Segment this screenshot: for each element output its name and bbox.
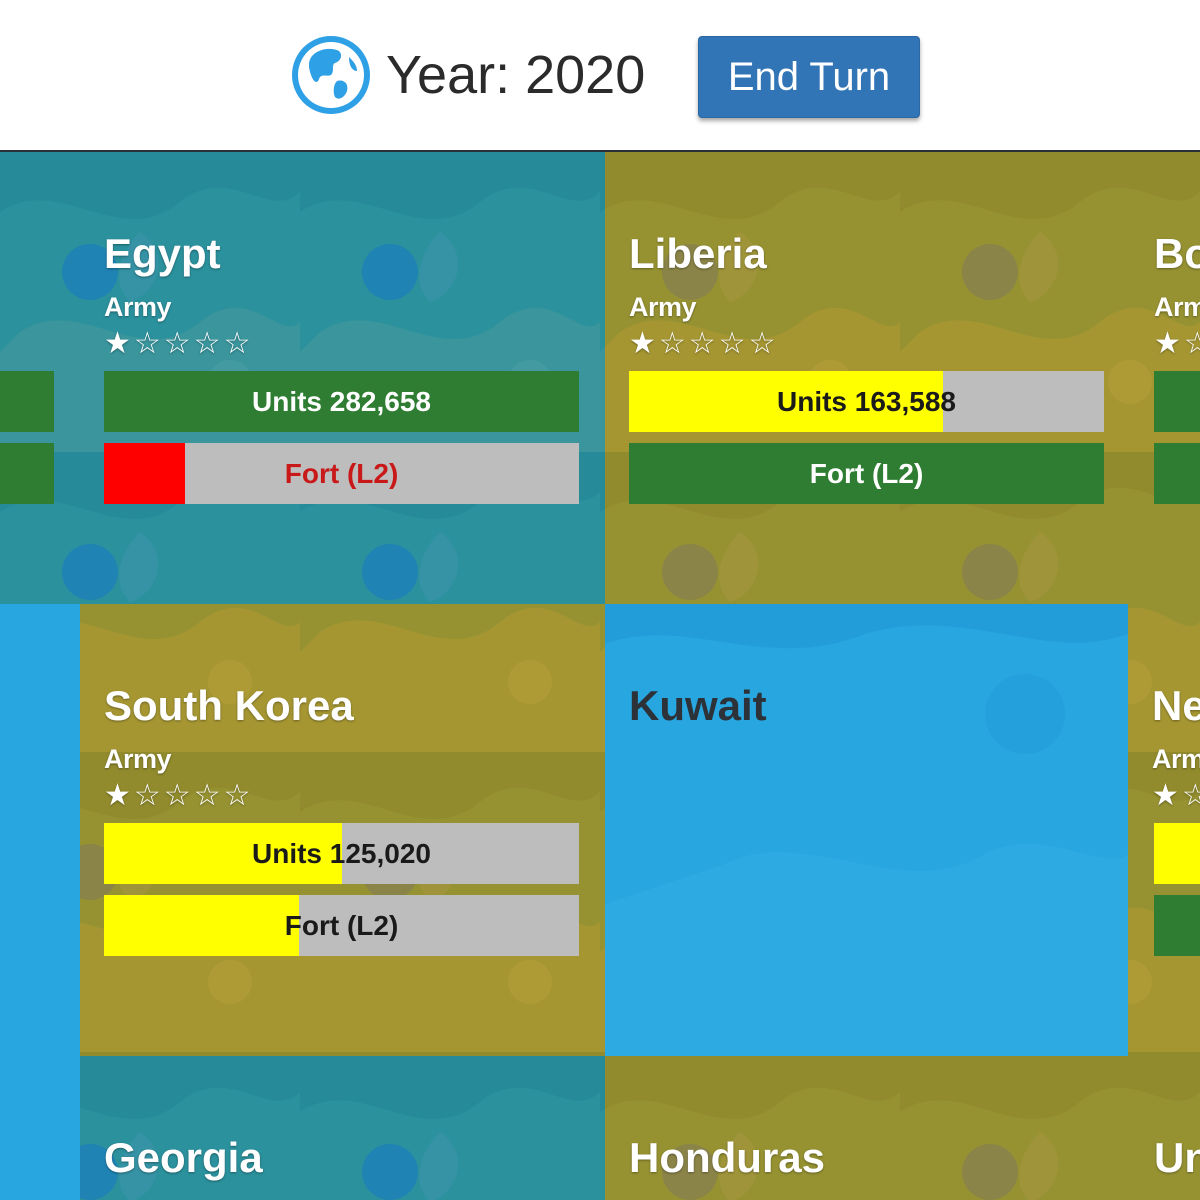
fort-label: Fort (L2) xyxy=(809,458,924,489)
tile-kuwait[interactable]: Kuwait xyxy=(605,604,1128,1056)
tile-egypt[interactable]: Egypt Army ★☆☆☆☆ Units 282,658 Fort (L2) xyxy=(80,152,605,604)
tile-edge-left[interactable] xyxy=(0,152,80,604)
units-label: Units 163,588 xyxy=(777,386,956,417)
country-name: Egypt xyxy=(104,230,221,277)
top-bar: Year: 2020 End Turn xyxy=(0,0,1200,152)
edge-units-bar xyxy=(1154,371,1200,432)
country-name: Liberia xyxy=(629,230,767,277)
year-label: Year: 2020 xyxy=(386,45,646,105)
army-star-rating: ★☆ xyxy=(1152,779,1200,812)
country-name: Un xyxy=(1154,1134,1200,1181)
country-name: Bo xyxy=(1154,230,1200,277)
globe-icon xyxy=(292,36,370,114)
tile-edge-left-2[interactable] xyxy=(0,604,80,1056)
army-label: Army xyxy=(104,744,172,774)
tile-south-korea[interactable]: South Korea Army ★☆☆☆☆ Units 125,020 For… xyxy=(80,604,605,1056)
army-label: Army xyxy=(104,292,172,322)
units-bar: Units 163,588 xyxy=(629,371,1104,432)
army-label: Army xyxy=(629,292,697,322)
edge-fort-bar xyxy=(0,443,54,504)
fort-bar: Fort (L2) xyxy=(104,443,579,504)
country-name: Honduras xyxy=(629,1134,826,1181)
country-name: Ne xyxy=(1152,682,1200,729)
tile-honduras[interactable]: Honduras xyxy=(605,1056,1130,1200)
units-label: Units 125,020 xyxy=(252,838,431,869)
country-name: Georgia xyxy=(104,1134,263,1181)
units-bar: Units 125,020 xyxy=(104,823,579,884)
army-star-rating: ★☆ xyxy=(1154,327,1200,360)
tile-georgia[interactable]: Georgia xyxy=(80,1056,605,1200)
country-name: South Korea xyxy=(104,682,354,729)
units-label: Units 282,658 xyxy=(252,386,431,417)
army-star-rating: ★☆☆☆☆ xyxy=(104,327,254,360)
army-star-rating: ★☆☆☆☆ xyxy=(104,779,254,812)
country-name: Kuwait xyxy=(629,682,767,729)
world-map: Egypt Army ★☆☆☆☆ Units 282,658 Fort (L2)… xyxy=(0,152,1200,1200)
tile-ne-partial[interactable]: Ne Arm ★☆ xyxy=(1128,604,1200,1056)
edge-fort-bar xyxy=(1154,895,1200,956)
units-bar: Units 282,658 xyxy=(104,371,579,432)
tile-un-partial[interactable]: Un xyxy=(1130,1056,1200,1200)
army-star-rating: ★☆☆☆☆ xyxy=(629,327,779,360)
army-label: Arm xyxy=(1154,292,1200,322)
fort-bar: Fort (L2) xyxy=(104,895,579,956)
fort-bar: Fort (L2) xyxy=(629,443,1104,504)
edge-units-bar xyxy=(0,371,54,432)
tile-edge-left-3[interactable] xyxy=(0,1056,80,1200)
edge-units-bar xyxy=(1154,823,1200,884)
fort-label: Fort (L2) xyxy=(284,910,399,941)
fort-label: Fort (L2) xyxy=(284,458,399,489)
army-label: Arm xyxy=(1152,744,1200,774)
kuwait-terrain xyxy=(605,604,1128,1056)
tile-liberia[interactable]: Liberia Army ★☆☆☆☆ Units 163,588 Fort (L… xyxy=(605,152,1130,604)
tile-bo-partial[interactable]: Bo Arm ★☆ xyxy=(1130,152,1200,604)
edge-fort-bar xyxy=(1154,443,1200,504)
end-turn-button[interactable]: End Turn xyxy=(698,36,920,118)
